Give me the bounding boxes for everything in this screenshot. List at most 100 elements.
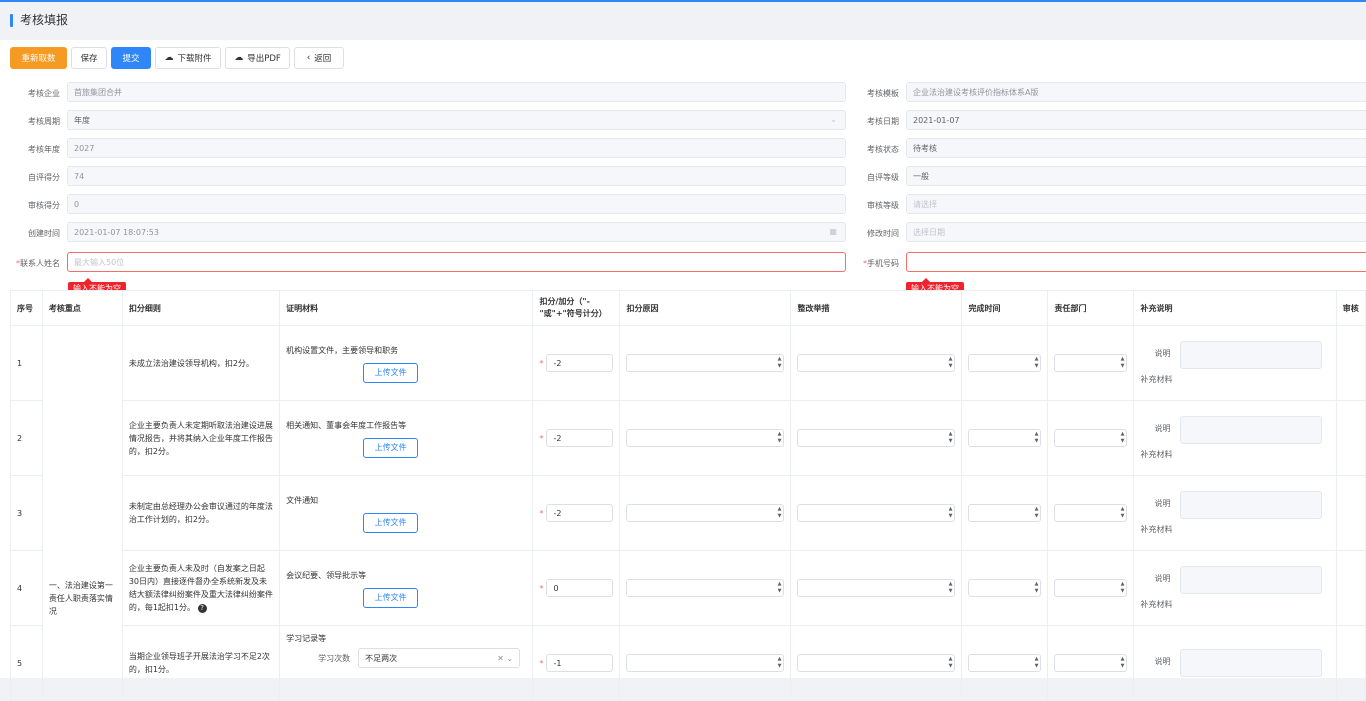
row-no: 3 <box>10 475 43 551</box>
phone-input[interactable] <box>906 252 1366 272</box>
finish-time-cell: ▲ ▼ <box>961 625 1049 701</box>
note-textarea[interactable] <box>1180 490 1323 519</box>
dept-cell: ▲ ▼ <box>1047 400 1135 476</box>
supplement-label: 补充材料 <box>1140 374 1173 384</box>
measure-input[interactable]: ▲ ▼ <box>797 504 956 522</box>
measure-input[interactable]: ▲ ▼ <box>797 579 956 597</box>
audit-score-value: 0 <box>74 199 80 209</box>
back-button[interactable]: ‹ 返回 <box>294 47 344 69</box>
measure-input[interactable]: ▲ ▼ <box>797 354 956 372</box>
dept-input[interactable]: ▲ ▼ <box>1054 579 1128 597</box>
finish-time-cell: ▲ ▼ <box>961 550 1049 626</box>
finish-time-input[interactable]: ▲ ▼ <box>968 429 1042 447</box>
score-cell: * -2 <box>532 400 621 476</box>
finish-time-input[interactable]: ▲ ▼ <box>968 504 1042 522</box>
header-focus: 考核重点 <box>41 290 123 326</box>
dept-input[interactable]: ▲ ▼ <box>1054 654 1128 672</box>
refetch-label: 重新取数 <box>21 54 56 64</box>
measure-cell: ▲ ▼ <box>790 625 963 701</box>
upload-file-button[interactable]: 上传文件 <box>363 587 419 608</box>
dept-input[interactable]: ▲ ▼ <box>1054 504 1128 522</box>
save-button[interactable]: 保存 <box>71 47 107 69</box>
back-label: 返回 <box>314 54 332 64</box>
reason-cell: ▲ ▼ <box>619 625 792 701</box>
supplement-label: 补充材料 <box>1140 449 1173 459</box>
measure-input[interactable]: ▲ ▼ <box>797 654 956 672</box>
note-textarea[interactable] <box>1180 649 1323 677</box>
phone-label: *手机号码 <box>863 259 899 268</box>
submit-button[interactable]: 提交 <box>111 47 151 69</box>
help-icon[interactable]: ? <box>197 604 207 613</box>
upload-file-button[interactable]: 上传文件 <box>363 437 419 458</box>
dept-input[interactable]: ▲ ▼ <box>1054 354 1128 372</box>
modified-label: 修改时间 <box>867 229 899 238</box>
self-score-value: 74 <box>74 171 85 181</box>
reason-input[interactable]: ▲ ▼ <box>626 429 785 447</box>
enterprise-value: 首旅集团合并 <box>74 87 122 97</box>
contact-input[interactable]: 最大输入50位 <box>67 252 846 272</box>
measure-input[interactable]: ▲ ▼ <box>797 429 956 447</box>
refetch-button[interactable]: 重新取数 <box>10 47 67 69</box>
date-value: 2021-01-07 <box>913 115 960 125</box>
upload-file-button[interactable]: 上传文件 <box>363 362 419 383</box>
dept-input[interactable]: ▲ ▼ <box>1054 429 1128 447</box>
reason-input[interactable]: ▲ ▼ <box>626 654 785 672</box>
contact-placeholder: 最大输入50位 <box>74 257 125 267</box>
chevron-left-icon: ‹ <box>306 52 311 63</box>
study-count-label: 学习次数 <box>318 653 351 663</box>
finish-time-cell: ▲ ▼ <box>961 475 1049 551</box>
measure-cell: ▲ ▼ <box>790 550 963 626</box>
spinner-icon: ▲ ▼ <box>948 581 953 594</box>
score-input[interactable]: -2 <box>546 429 614 447</box>
focus-cell: 一、法治建设第一责任人职责落实情况 <box>41 325 123 701</box>
chevron-down-icon: ⌄ <box>830 115 837 124</box>
score-input[interactable]: 0 <box>546 579 614 597</box>
audit-grade-select[interactable]: 请选择 <box>906 194 1366 214</box>
audit-score-field: 0 <box>67 194 846 214</box>
year-label: 考核年度 <box>28 145 60 154</box>
table-row: 3 未制定由总经理办公会审议通过的年度法治工作计划的，扣2分。 文件通知 上传文件… <box>10 475 1366 551</box>
score-input[interactable]: -1 <box>546 654 614 672</box>
finish-time-input[interactable]: ▲ ▼ <box>968 579 1042 597</box>
finish-time-input[interactable]: ▲ ▼ <box>968 354 1042 372</box>
dept-cell: ▲ ▼ <box>1047 550 1135 626</box>
reason-input[interactable]: ▲ ▼ <box>626 579 785 597</box>
reason-input[interactable]: ▲ ▼ <box>626 504 785 522</box>
spinner-icon: ▲ ▼ <box>1120 506 1125 519</box>
upload-file-button[interactable]: 上传文件 <box>363 512 419 533</box>
note-label: 说明 <box>1154 657 1171 666</box>
note-cell: 说明 <box>1133 625 1337 701</box>
header-finish-time: 完成时间 <box>961 290 1049 326</box>
material-text: 相关通知、董事会年度工作报告等 <box>286 420 407 430</box>
note-textarea[interactable] <box>1180 415 1323 444</box>
calendar-icon: ▦ <box>829 227 837 236</box>
finish-time-input[interactable]: ▲ ▼ <box>968 654 1042 672</box>
score-input[interactable]: -2 <box>546 504 614 522</box>
download-attachment-button[interactable]: ☁ 下载附件 <box>155 47 221 69</box>
template-value: 企业法治建设考核评价指标体系A版 <box>913 87 1039 97</box>
row-no: 2 <box>10 400 43 476</box>
supplement-label: 补充材料 <box>1140 524 1173 534</box>
score-cell: * 0 <box>532 550 621 626</box>
note-cell: 说明 补充材料 <box>1133 325 1337 401</box>
modified-placeholder: 选择日期 <box>913 227 945 237</box>
spinner-icon: ▲ ▼ <box>777 656 782 669</box>
study-count-select[interactable]: 不足两次 ✕ ⌄ <box>358 648 521 668</box>
focus-label: 一、法治建设第一责任人职责落实情况 <box>48 580 113 616</box>
export-pdf-button[interactable]: ☁ 导出PDF <box>225 47 290 69</box>
period-select[interactable]: 年度 ⌄ <box>67 110 846 130</box>
note-textarea[interactable] <box>1180 565 1323 594</box>
material-text: 学习记录等 <box>286 634 327 643</box>
cloud-upload-icon: ☁ <box>234 52 244 63</box>
note-cell: 说明 补充材料 <box>1133 550 1337 626</box>
reason-input[interactable]: ▲ ▼ <box>626 354 785 372</box>
spinner-icon: ▲ ▼ <box>948 656 953 669</box>
measure-cell: ▲ ▼ <box>790 400 963 476</box>
contact-label: *联系人姓名 <box>16 259 60 268</box>
note-textarea[interactable] <box>1180 340 1323 369</box>
audit-grade-placeholder: 请选择 <box>913 199 937 209</box>
clear-chevron-icon[interactable]: ✕ ⌄ <box>497 652 513 665</box>
export-label: 导出PDF <box>247 54 281 64</box>
score-input[interactable]: -2 <box>546 354 614 372</box>
spinner-icon: ▲ ▼ <box>777 581 782 594</box>
